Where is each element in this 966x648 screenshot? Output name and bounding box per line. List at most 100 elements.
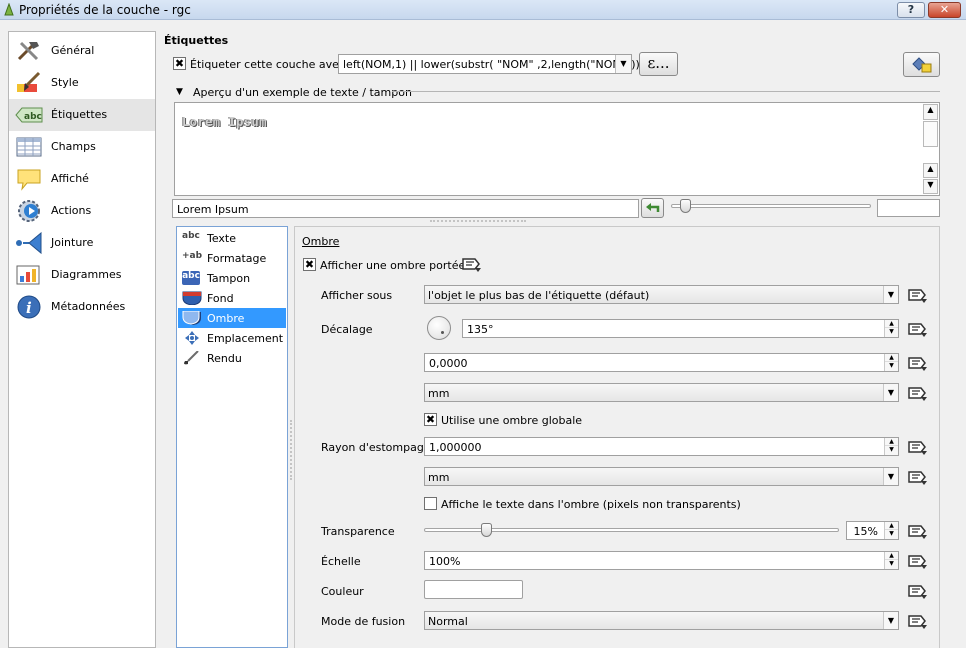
offset-unit-combobox[interactable]: mm ▼ (424, 383, 899, 402)
rule-settings-button[interactable] (903, 52, 940, 77)
color-label: Couleur (321, 585, 364, 598)
chevron-down-icon: ▼ (883, 612, 898, 629)
data-defined-override-icon[interactable] (461, 255, 483, 273)
data-defined-override-icon[interactable] (907, 286, 929, 304)
label-field-combobox[interactable]: left(NOM,1) || lower(substr( "NOM" ,2,le… (338, 54, 640, 74)
transparency-slider-handle[interactable] (481, 523, 493, 537)
nav-item-actions[interactable]: Actions (9, 195, 155, 227)
list-item-label: Tampon (207, 272, 251, 285)
list-item-shadow[interactable]: Ombre (178, 308, 286, 328)
help-button[interactable]: ? (897, 2, 925, 18)
data-defined-override-icon[interactable] (907, 438, 929, 456)
spinbox-arrows[interactable]: ▲ ▼ (884, 354, 898, 371)
data-defined-override-icon[interactable] (907, 320, 929, 338)
blur-radius-input[interactable]: 1,000000 ▲ ▼ (424, 437, 899, 456)
global-shadow-checkbox[interactable]: ✖ (424, 413, 437, 426)
data-defined-override-icon[interactable] (907, 612, 929, 630)
scroll-up-button[interactable]: ▲ (923, 104, 938, 120)
scroll-down-button[interactable]: ▼ (923, 179, 938, 194)
list-item-label: Ombre (207, 312, 245, 325)
nav-item-general[interactable]: Général (9, 35, 155, 67)
scroll-up-button-2[interactable]: ▲ (923, 163, 938, 178)
blur-radius-value: 1,000000 (429, 441, 482, 454)
scale-label: Échelle (321, 555, 361, 568)
list-item-buffer[interactable]: abc Tampon (178, 268, 286, 288)
tools-icon (17, 41, 39, 61)
window-title: Propriétés de la couche - rgc (19, 3, 191, 17)
enable-labels-checkbox[interactable]: ✖ (173, 57, 186, 70)
nav-label: Actions (51, 204, 92, 217)
list-item-rendering[interactable]: Rendu (178, 348, 286, 368)
list-item-label: Formatage (207, 252, 267, 265)
list-item-placement[interactable]: Emplacement (178, 328, 286, 348)
data-defined-override-icon[interactable] (907, 552, 929, 570)
list-item-formatting[interactable]: +ab Formatage (178, 248, 286, 268)
join-icon (16, 231, 42, 255)
chevron-down-icon: ▼ (883, 384, 898, 401)
list-item-text[interactable]: abc Texte (178, 228, 286, 248)
preview-text-input[interactable]: Lorem Ipsum (172, 199, 639, 218)
blur-unit-value: mm (428, 471, 450, 484)
chevron-down-icon: ▼ (883, 286, 898, 303)
draw-under-combobox[interactable]: l'objet le plus bas de l'étiquette (défa… (424, 285, 899, 304)
svg-text:i: i (26, 299, 32, 317)
nav-item-metadata[interactable]: i Métadonnées (9, 291, 155, 323)
preview-scale-slider[interactable] (671, 204, 871, 208)
nav-item-style[interactable]: Style (9, 67, 155, 99)
transparency-spinbox[interactable]: 15% ▲ ▼ (846, 521, 899, 540)
preview-text-value: Lorem Ipsum (177, 203, 249, 216)
blend-mode-value: Normal (428, 615, 468, 628)
nav-label: Métadonnées (51, 300, 126, 313)
blend-mode-combobox[interactable]: Normal ▼ (424, 611, 899, 630)
offset-label: Décalage (321, 323, 373, 336)
spinbox-arrows[interactable]: ▲ ▼ (884, 552, 898, 569)
spinbox-arrows[interactable]: ▲ ▼ (884, 522, 898, 539)
scrollbar-thumb[interactable] (923, 121, 938, 147)
alpha-only-checkbox[interactable] (424, 497, 437, 510)
shadow-color-button[interactable] (424, 580, 523, 599)
nav-label: Jointure (51, 236, 94, 249)
list-item-background[interactable]: Fond (178, 288, 286, 308)
nav-label: Diagrammes (51, 268, 122, 281)
expression-builder-button[interactable]: ε... (639, 52, 678, 76)
blur-unit-combobox[interactable]: mm ▼ (424, 467, 899, 486)
buffer-icon: abc (182, 271, 200, 285)
enable-shadow-label: Afficher une ombre portée (320, 259, 466, 272)
chevron-down-icon[interactable]: ▼ (615, 55, 631, 73)
data-defined-override-icon[interactable] (907, 582, 929, 600)
chevron-down-icon: ▼ (883, 468, 898, 485)
offset-angle-input[interactable]: 135° ▲ ▼ (462, 319, 899, 338)
preview-background-color[interactable] (877, 199, 940, 217)
draw-under-label: Afficher sous (321, 289, 393, 302)
close-button[interactable]: ✕ (928, 2, 961, 18)
shadow-icon (182, 311, 201, 325)
splitter-handle[interactable] (430, 220, 526, 223)
transparency-value: 15% (853, 525, 878, 538)
spinbox-arrows[interactable]: ▲ ▼ (884, 438, 898, 455)
data-defined-override-icon[interactable] (907, 354, 929, 372)
scale-spinbox[interactable]: 100% ▲ ▼ (424, 551, 899, 570)
label-abc-icon: abc (15, 107, 43, 123)
data-defined-override-icon[interactable] (907, 468, 929, 486)
render-brush-icon (184, 351, 199, 365)
formatting-icon: +ab (182, 251, 203, 261)
offset-distance-input[interactable]: 0,0000 ▲ ▼ (424, 353, 899, 372)
offset-angle-dial[interactable] (427, 316, 451, 340)
label-preview-area: Lorem Ipsum ▲ ▲ ▼ (174, 102, 940, 196)
nav-item-diagrams[interactable]: Diagrammes (9, 259, 155, 291)
enable-shadow-checkbox[interactable]: ✖ (303, 258, 316, 271)
nav-item-labels[interactable]: abc Étiquettes (9, 99, 155, 131)
svg-text:abc: abc (24, 112, 42, 122)
nav-item-fields[interactable]: Champs (9, 131, 155, 163)
vertical-splitter-handle[interactable] (290, 420, 293, 480)
preview-scale-slider-handle[interactable] (680, 199, 691, 213)
data-defined-override-icon[interactable] (907, 384, 929, 402)
label-expression-value: left(NOM,1) || lower(substr( "NOM" ,2,le… (343, 58, 640, 71)
reset-preview-button[interactable] (641, 198, 664, 218)
nav-item-display[interactable]: Affiché (9, 163, 155, 195)
spinbox-arrows[interactable]: ▲ ▼ (884, 320, 898, 337)
nav-item-joins[interactable]: Jointure (9, 227, 155, 259)
data-defined-override-icon[interactable] (907, 522, 929, 540)
nav-label: Affiché (51, 172, 89, 185)
shadow-group-title: Ombre (302, 235, 340, 248)
